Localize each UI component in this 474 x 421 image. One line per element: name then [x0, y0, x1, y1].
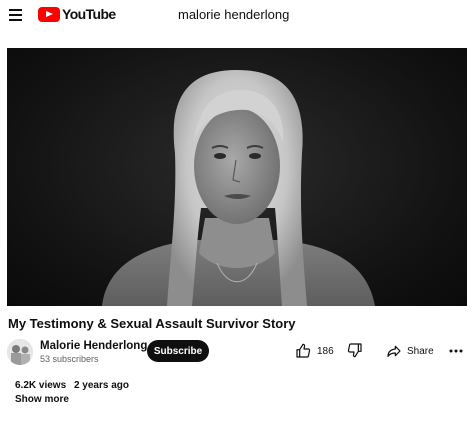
thumbs-up-icon [296, 343, 311, 358]
channel-name[interactable]: Malorie Henderlong [40, 340, 147, 352]
more-options-icon [449, 349, 463, 353]
video-meta: 6.2K views 2 years ago [15, 380, 129, 391]
youtube-play-logo-icon [38, 6, 60, 22]
dislike-button[interactable] [347, 342, 363, 360]
hamburger-menu-icon[interactable] [6, 4, 26, 24]
share-label: Share [407, 345, 434, 357]
video-player[interactable] [7, 48, 467, 306]
more-options-button[interactable] [448, 344, 464, 358]
top-bar: YouTube [0, 0, 474, 30]
youtube-logo[interactable]: YouTube [38, 5, 116, 23]
video-title: My Testimony & Sexual Assault Survivor S… [8, 316, 296, 331]
like-count: 186 [317, 345, 334, 357]
share-arrow-icon [387, 345, 401, 357]
logo-text: YouTube [62, 6, 116, 22]
show-more-button[interactable]: Show more [15, 394, 69, 405]
share-button[interactable]: Share [386, 342, 434, 360]
upload-age: 2 years ago [73, 380, 129, 391]
search-input[interactable] [170, 3, 474, 25]
channel-avatar[interactable] [7, 339, 33, 365]
like-button[interactable]: 186 [295, 342, 334, 360]
view-count: 6.2K views [15, 380, 67, 391]
avatar-image [7, 339, 33, 365]
thumbs-down-icon [347, 343, 362, 358]
video-frame-person [102, 70, 375, 306]
subscribe-button[interactable]: Subscribe [147, 340, 209, 362]
subscriber-count: 53 subscribers [40, 354, 99, 364]
